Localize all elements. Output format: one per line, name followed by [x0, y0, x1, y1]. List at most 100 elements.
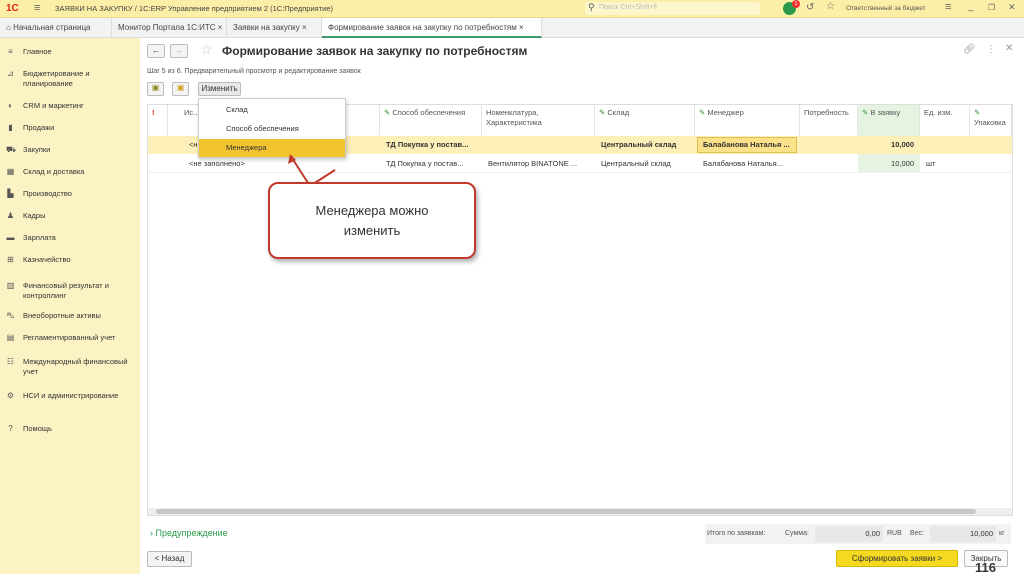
close-window-icon[interactable]: ✕ — [1008, 2, 1016, 13]
column-header[interactable]: ! — [148, 105, 168, 135]
cell-unit[interactable]: шт — [922, 155, 939, 172]
sidebar-item-doc[interactable]: ▤ Регламентированный учет — [0, 333, 140, 343]
menu-item-warehouse[interactable]: Склад — [199, 101, 345, 118]
intl-icon: ☷ — [6, 357, 15, 366]
search-icon: ⚲ — [588, 2, 595, 12]
link-icon[interactable]: 🔗︎ — [963, 44, 976, 55]
sidebar-item-label: Закупки — [23, 145, 51, 154]
history-icon[interactable]: ↺ — [806, 2, 814, 13]
sidebar-item-crm[interactable]: ◐ CRM и маркетинг — [0, 101, 140, 111]
sidebar-item-treasury[interactable]: ⊞ Казначейство — [0, 255, 140, 265]
edit-pencil-icon: ✎ — [974, 108, 981, 117]
more-icon[interactable]: ⋮ — [986, 44, 996, 55]
tab-its-monitor[interactable]: Монитор Портала 1С:ИТС × — [112, 18, 227, 38]
close-form-icon[interactable]: ✕ — [1005, 43, 1013, 54]
treasury-icon: ⊞ — [7, 255, 14, 264]
sidebar-item-label: Бюджетирование и планирование — [23, 69, 90, 88]
sidebar-item-cart[interactable]: ⛟ Закупки — [0, 145, 140, 155]
sidebar-item-gear[interactable]: ⚙ НСИ и администрирование — [0, 391, 140, 401]
sidebar-item-car[interactable]: ⛍ Внеоборотные активы — [0, 311, 140, 321]
cell-qty[interactable]: 10,000 — [858, 155, 918, 172]
add-icon: ▣ — [151, 83, 160, 92]
column-header[interactable]: ✎ Способ обеспечения — [380, 105, 482, 135]
sidebar-item-label: Кадры — [23, 211, 46, 220]
column-header[interactable]: Ед. изм. — [920, 105, 970, 135]
forward-nav-button[interactable]: → — [170, 44, 188, 58]
close-tab-icon[interactable]: × — [519, 23, 524, 32]
settings-menu-icon[interactable]: ≡ — [945, 1, 951, 13]
column-header[interactable]: Потребность — [800, 105, 858, 135]
notification-badge: 1 — [792, 0, 800, 8]
menu-icon: ≡ — [8, 47, 13, 56]
sidebar-item-chart[interactable]: ⊿ Бюджетирование и планирование — [0, 69, 140, 89]
cell-method[interactable]: ТД Покупка у постав... — [382, 136, 472, 153]
cell-unit[interactable] — [922, 136, 930, 153]
sidebar-item-label: Производство — [23, 189, 72, 198]
cell-method[interactable]: ТД Покупка у постав... — [382, 155, 468, 172]
close-tab-icon[interactable]: × — [302, 23, 307, 32]
cell-item[interactable] — [484, 136, 492, 153]
cell-need[interactable] — [800, 136, 808, 153]
cell-warehouse[interactable]: Центральный склад — [597, 155, 675, 172]
column-header[interactable]: ✎ Упаковка — [970, 105, 1012, 135]
tab-purchase-requests[interactable]: Заявки на закупку × — [227, 18, 322, 38]
weight-field: 10,000 — [930, 526, 996, 542]
car-icon: ⛍ — [6, 311, 15, 320]
column-header[interactable]: ✎ Склад — [595, 105, 695, 135]
sidebar-item-label: Зарплата — [23, 233, 56, 242]
copy-row-button[interactable]: ▣ — [172, 82, 189, 96]
factory-icon: ▙ — [7, 189, 14, 198]
cell-warehouse[interactable]: Центральный склад — [597, 136, 680, 153]
sidebar-item-intl[interactable]: ☷ Международный финансовый учет — [0, 357, 140, 377]
sidebar-item-help[interactable]: ? Помощь — [0, 424, 140, 434]
sidebar-item-person[interactable]: ♟ Кадры — [0, 211, 140, 221]
sidebar-item-menu[interactable]: ≡ Главное — [0, 47, 140, 57]
sidebar-item-bag[interactable]: ▮ Продажи — [0, 123, 140, 133]
restore-icon[interactable]: ❐ — [988, 3, 995, 12]
sidebar-item-warehouse[interactable]: ▦ Склад и доставка — [0, 167, 140, 177]
help-icon: ? — [8, 424, 13, 433]
logo: 1С — [6, 3, 19, 14]
totals-panel: Итого по заявкам: Сумма: 0,00 RUB Вес: 1… — [705, 524, 1011, 544]
slide-number: 116 — [975, 560, 996, 575]
money-icon: ▬ — [6, 233, 15, 242]
back-button[interactable]: < Назад — [147, 551, 192, 567]
page-title: Формирование заявок на закупку по потреб… — [222, 44, 528, 58]
bars-icon: ▥ — [6, 281, 15, 290]
close-tab-icon[interactable]: × — [218, 23, 223, 32]
sidebar-item-label: Помощь — [23, 424, 52, 433]
change-button[interactable]: Изменить ▾ — [198, 82, 241, 105]
sidebar-item-money[interactable]: ▬ Зарплата — [0, 233, 140, 243]
horizontal-scrollbar[interactable] — [148, 508, 1012, 515]
sidebar-item-label: Склад и доставка — [23, 167, 85, 176]
sidebar-item-label: Казначейство — [23, 255, 71, 264]
warning-expander[interactable]: › Предупреждение — [150, 528, 228, 538]
favorite-star-icon[interactable]: ☆ — [200, 41, 213, 58]
cell-item[interactable]: Вентилятор BINATONE ... — [484, 155, 581, 172]
user-name[interactable]: Ответственный за бюджет — [846, 5, 926, 12]
add-row-button[interactable]: ▣ — [147, 82, 164, 96]
cell-manager[interactable]: Балабанова Наталья... — [699, 155, 787, 172]
cell-manager[interactable]: Балабанова Наталья ... — [699, 136, 794, 153]
tab-form-requests[interactable]: Формирование заявок на закупку по потреб… — [322, 18, 542, 38]
change-dropdown-menu: Склад Способ обеспечения Менеджера — [198, 98, 346, 158]
favorites-icon[interactable]: ☆ — [826, 1, 835, 12]
chart-icon: ⊿ — [7, 69, 14, 78]
back-nav-button[interactable]: ← — [147, 44, 165, 58]
menu-item-supply-method[interactable]: Способ обеспечения — [199, 120, 345, 137]
cell-qty[interactable]: 10,000 — [858, 136, 918, 153]
search-input[interactable]: ⚲ Поиск Ctrl+Shift+F — [585, 2, 760, 15]
callout-note: Менеджера можно изменить — [268, 182, 476, 259]
sidebar: ≡ Главное ⊿ Бюджетирование и планирование ◐ C… — [0, 38, 140, 574]
tab-home[interactable]: ⌂ Начальная страница — [0, 18, 112, 38]
column-header[interactable]: ✎ В заявку — [858, 105, 920, 135]
cell-need[interactable] — [800, 155, 808, 172]
column-header[interactable]: ✎ Менеджер — [695, 105, 800, 135]
sidebar-item-factory[interactable]: ▙ Производство — [0, 189, 140, 199]
column-header[interactable]: Номенклатура, Характеристика — [482, 105, 595, 135]
submit-requests-button[interactable]: Сформировать заявки > — [836, 550, 958, 567]
minimize-icon[interactable]: _ — [968, 1, 974, 12]
cart-icon: ⛟ — [6, 145, 17, 154]
main-menu-icon[interactable]: ≡ — [34, 2, 40, 14]
sidebar-item-bars[interactable]: ▥ Финансовый результат и контроллинг — [0, 281, 140, 301]
